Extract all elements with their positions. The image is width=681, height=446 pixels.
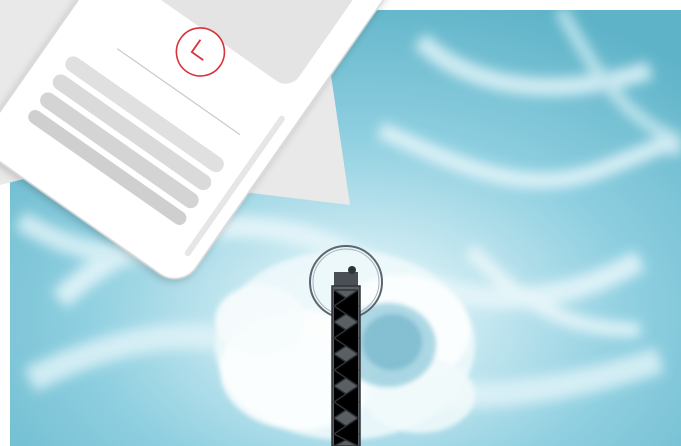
illustration-canvas xyxy=(0,0,681,446)
illustration-stage xyxy=(0,0,681,446)
